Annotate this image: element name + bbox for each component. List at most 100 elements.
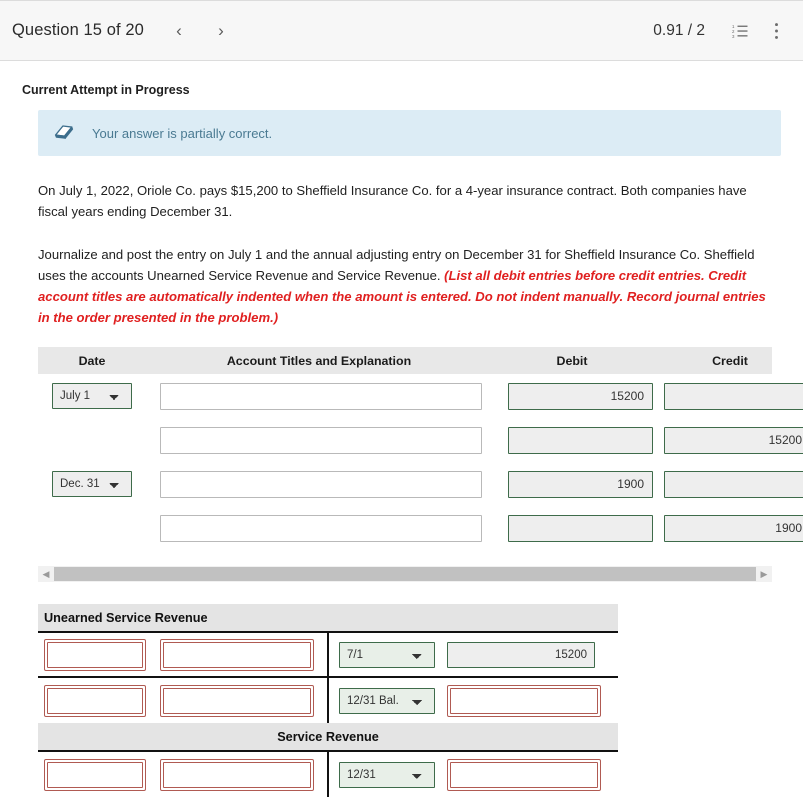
taccount-row: 12/31 [38,752,618,797]
journal-date-cell: July 1 [38,383,146,409]
journal-account-cell [146,382,492,410]
column-header-debit: Debit [556,353,588,368]
journal-date-cell: Dec. 31 [38,471,146,497]
journal-debit-cell [492,426,653,454]
taccount-amount-cell [435,758,601,791]
taccount-amount-cell [146,758,314,791]
taccount-date-cell: 7/1 [329,641,435,668]
journal-credit-input[interactable] [664,470,803,498]
error-outline [44,638,146,671]
column-header-account: Account Titles and Explanation [226,353,412,368]
horizontal-scrollbar[interactable]: ◀ ▶ [38,566,772,582]
taccount-amount-input[interactable] [163,641,311,668]
taccount-amount-cell [146,638,314,671]
journal-account-input[interactable] [160,426,482,454]
question-topbar: Question 15 of 20 ‹ › 0.91 / 2 1 2 3 [0,0,803,61]
taccount-credit-side: 12/31 [329,752,618,797]
taccount-date-cell: 12/31 Bal. [329,687,435,714]
taccount-date-select[interactable]: 12/31 [339,761,435,788]
journal-entry-table: Date Account Titles and Explanation Debi… [38,347,803,550]
column-header-credit: Credit [712,353,748,368]
partial-credit-alert: Your answer is partially correct. [38,110,781,156]
taccount-date-cell [38,684,146,717]
error-outline [160,638,314,671]
scrollbar-track[interactable] [54,567,756,581]
taccount-debit-side [38,752,329,797]
column-header-date: Date [78,353,106,368]
taccount-date-select[interactable]: 7/1 [339,641,435,668]
journal-credit-cell [652,514,803,542]
journal-account-cell [146,514,492,542]
alert-message: Your answer is partially correct. [92,125,273,141]
question-content: Current Attempt in Progress Your answer … [0,61,803,797]
table-row [38,506,803,550]
taccount-amount-input[interactable] [447,641,595,668]
journal-account-input[interactable] [160,514,482,542]
journal-account-cell [146,426,492,454]
journal-credit-input[interactable] [664,514,803,542]
taccount-date-cell: 12/31 [329,761,435,788]
problem-paragraph-1: On July 1, 2022, Oriole Co. pays $15,200… [38,183,747,219]
journal-date-select[interactable]: Dec. 31 [52,471,132,497]
taccount-amount-input[interactable] [163,761,311,788]
taccount-amount-input[interactable] [450,687,598,714]
taccount-amount-input[interactable] [450,761,598,788]
taccount-date-select[interactable] [47,687,143,714]
journal-debit-input[interactable] [508,470,653,498]
taccount-row: 12/31 Bal. [38,678,618,723]
error-outline [160,684,314,717]
journal-credit-cell [652,470,803,498]
journal-debit-cell [492,514,653,542]
taccount-amount-cell [435,684,601,717]
numbered-list-icon[interactable]: 1 2 3 [727,18,753,44]
taccount-credit-side: 12/31 Bal. [329,678,618,723]
taccount-debit-side [38,633,329,676]
table-row: Dec. 31 [38,462,803,506]
next-question-button[interactable]: › [208,22,234,39]
journal-date-select[interactable]: July 1 [52,383,132,409]
t-accounts-section: Unearned Service Revenue 7/1 15200 12/31… [38,604,618,797]
journal-credit-input[interactable] [664,382,803,410]
taccount-title-unearned-service-revenue: Unearned Service Revenue [38,604,618,633]
taccount-amount-input[interactable] [163,687,311,714]
journal-account-input[interactable] [160,382,482,410]
scroll-left-arrow-icon[interactable]: ◀ [38,566,54,582]
taccount-title-service-revenue: Service Revenue [38,723,618,752]
journal-debit-cell [492,382,653,410]
taccount-date-cell [38,638,146,671]
journal-debit-input[interactable] [508,426,653,454]
taccount-row: 7/1 [38,633,618,678]
error-outline [44,758,146,791]
taccount-credit-side: 7/1 [329,633,618,676]
page-title: Question 15 of 20 [12,21,144,39]
table-row [38,418,803,462]
journal-credit-input[interactable] [664,426,803,454]
taccount-date-select[interactable] [47,641,143,668]
topbar-right-group: 0.91 / 2 1 2 3 [653,18,789,44]
error-outline [44,684,146,717]
journal-account-input[interactable] [160,470,482,498]
journal-debit-cell [492,470,653,498]
error-outline [160,758,314,791]
taccount-date-select[interactable] [47,761,143,788]
svg-text:3: 3 [732,34,735,39]
scroll-right-arrow-icon[interactable]: ▶ [756,566,772,582]
taccount-amount-cell [435,641,595,668]
error-outline [447,684,601,717]
problem-paragraph-2: Journalize and post the entry on July 1 … [38,222,771,328]
error-outline [447,758,601,791]
taccount-date-select[interactable]: 12/31 Bal. [339,687,435,714]
taccount-amount-cell [146,684,314,717]
kebab-menu-icon[interactable] [763,18,789,44]
journal-credit-cell [652,382,803,410]
score-display: 0.91 / 2 [653,21,705,39]
scrollbar-thumb[interactable] [54,567,756,581]
taccount-debit-side [38,678,329,723]
journal-debit-input[interactable] [508,514,653,542]
attempt-status-label: Current Attempt in Progress [22,83,190,97]
previous-question-button[interactable]: ‹ [166,22,192,39]
journal-account-cell [146,470,492,498]
journal-debit-input[interactable] [508,382,653,410]
taccount-date-cell [38,758,146,791]
journal-header-row: Date Account Titles and Explanation Debi… [38,347,772,374]
